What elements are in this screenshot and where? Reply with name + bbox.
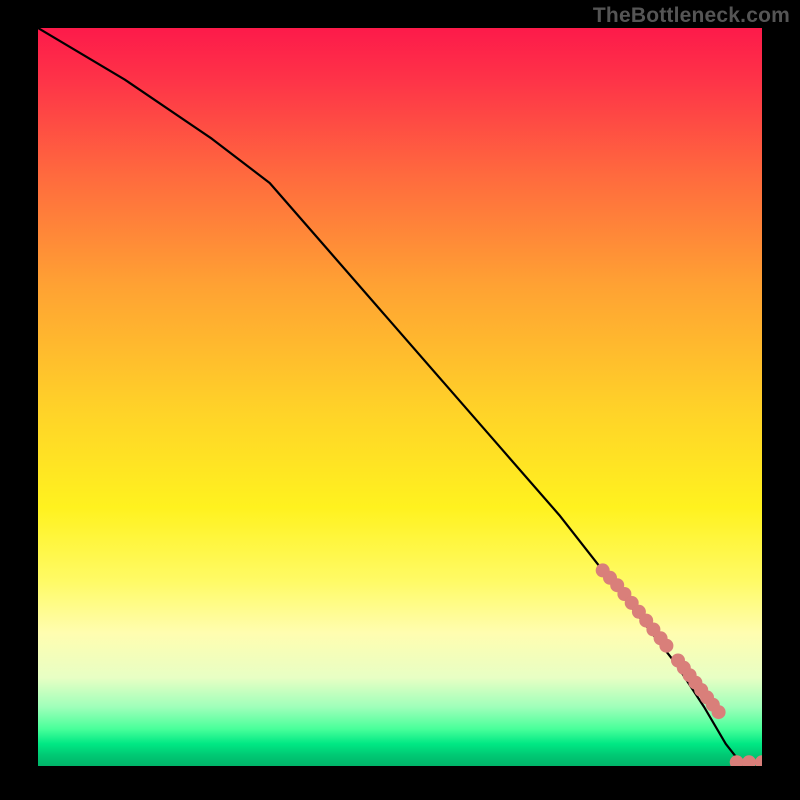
marker-dot [755, 755, 762, 766]
chart-container: TheBottleneck.com [0, 0, 800, 800]
plot-area [38, 28, 762, 766]
chart-markers [596, 563, 762, 766]
marker-dot [659, 639, 673, 653]
marker-dot [712, 705, 726, 719]
chart-svg [38, 28, 762, 766]
marker-dot [730, 755, 744, 766]
watermark-text: TheBottleneck.com [593, 4, 790, 28]
marker-dot [742, 755, 756, 766]
chart-line [38, 28, 762, 762]
